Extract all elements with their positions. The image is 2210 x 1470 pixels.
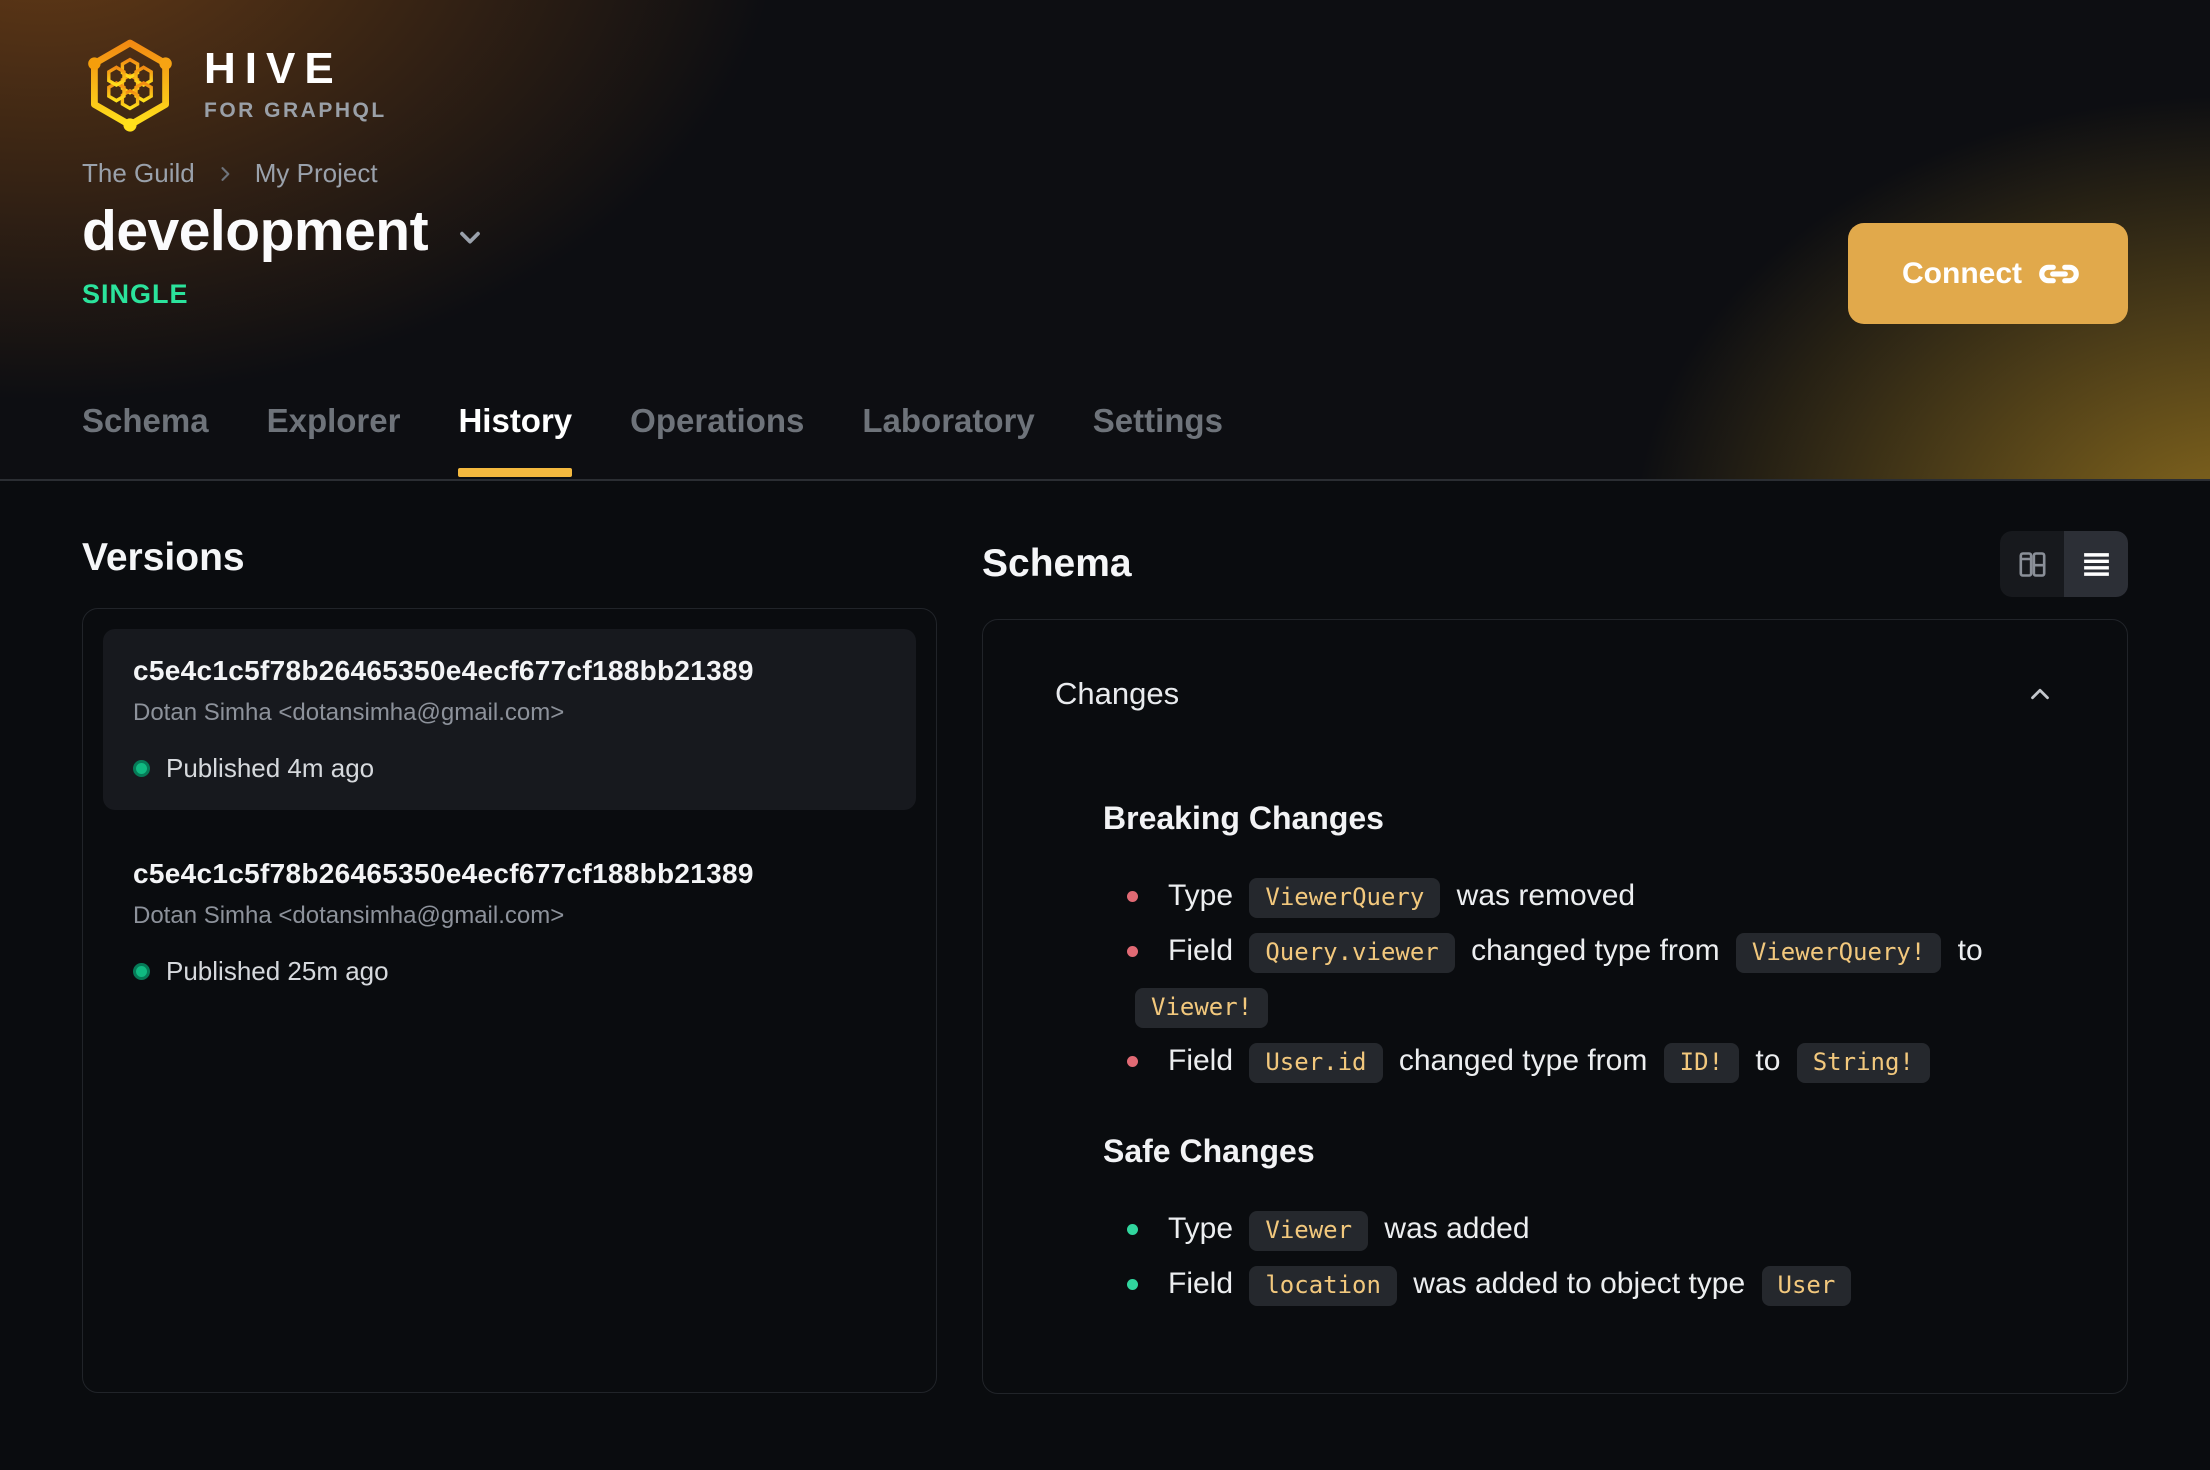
- connect-button[interactable]: Connect: [1848, 223, 2128, 324]
- versions-panel: c5e4c1c5f78b26465350e4ecf677cf188bb21389…: [82, 607, 937, 1393]
- changes-section-heading: Safe Changes: [1103, 1133, 1315, 1169]
- breadcrumb: The Guild My Project: [82, 158, 378, 189]
- chevron-up-icon: [2031, 688, 2049, 700]
- code-chip: location: [1249, 1266, 1397, 1306]
- tab-schema[interactable]: Schema: [82, 404, 209, 479]
- brand-name: HIVE: [204, 44, 343, 93]
- chevron-right-icon: [221, 166, 230, 181]
- target-type-badge: SINGLE: [82, 279, 189, 309]
- code-chip: User.id: [1249, 1043, 1383, 1083]
- schema-changes-panel: Changes Breaking Changes Type ViewerQuery…: [982, 619, 2128, 1394]
- code-chip: ViewerQuery!: [1735, 933, 1942, 973]
- tab-explorer[interactable]: Explorer: [267, 404, 401, 479]
- code-chip: ID!: [1663, 1043, 1740, 1083]
- published-dot-icon: [133, 759, 150, 777]
- versions-column: Versions c5e4c1c5f78b26465350e4ecf677cf1…: [82, 481, 937, 1394]
- change-item: Field User.id changed type from ID! to S…: [1127, 1034, 2055, 1089]
- tab-history[interactable]: History: [458, 404, 572, 479]
- green-dot-icon: [1127, 1279, 1138, 1290]
- tab-bar: Schema Explorer History Operations Labor…: [82, 404, 1223, 479]
- hive-logo-icon: [88, 39, 172, 132]
- target-selector[interactable]: development: [82, 203, 486, 260]
- change-item: Type Viewer was added: [1127, 1202, 2055, 1257]
- chevron-down-icon: [460, 231, 480, 244]
- version-author: Dotan Simha <dotansimha@gmail.com>: [133, 698, 565, 726]
- version-author: Dotan Simha <dotansimha@gmail.com>: [133, 901, 565, 929]
- connect-button-label: Connect: [1902, 256, 2022, 290]
- breadcrumb-project-link[interactable]: My Project: [255, 158, 378, 189]
- list-icon: [2083, 552, 2109, 576]
- version-list-item[interactable]: c5e4c1c5f78b26465350e4ecf677cf188bb21389…: [103, 628, 916, 810]
- code-chip: Viewer: [1249, 1211, 1369, 1251]
- code-chip: Query.viewer: [1249, 933, 1455, 973]
- version-status-text: Published 4m ago: [166, 752, 375, 783]
- schema-title: Schema: [982, 541, 1132, 585]
- versions-title: Versions: [82, 536, 245, 579]
- brand-logo[interactable]: HIVE FOR GRAPHQL: [82, 36, 387, 132]
- link-icon: [2039, 264, 2079, 283]
- version-hash: c5e4c1c5f78b26465350e4ecf677cf188bb21389: [133, 857, 754, 889]
- red-dot-icon: [1127, 1056, 1138, 1067]
- main-content: Versions c5e4c1c5f78b26465350e4ecf677cf1…: [0, 481, 2210, 1394]
- changes-section-safe: Safe Changes Type Viewer was added Field l…: [1103, 1133, 2055, 1312]
- version-list-item[interactable]: c5e4c1c5f78b26465350e4ecf677cf188bb21389…: [103, 832, 916, 1013]
- columns-view-button[interactable]: [2000, 531, 2064, 597]
- changes-list: Type ViewerQuery was removed Field Query.…: [1103, 869, 2055, 1089]
- published-dot-icon: [133, 962, 150, 980]
- page-header: HIVE FOR GRAPHQL The Guild My Project de…: [0, 0, 2210, 481]
- version-status-text: Published 25m ago: [166, 955, 389, 986]
- schema-column: Schema Changes Breaking Changes Type Vie…: [982, 481, 2128, 1394]
- changes-section-heading: Breaking Changes: [1103, 800, 1384, 836]
- change-item: Field Query.viewer changed type from Vie…: [1127, 924, 2055, 1034]
- code-chip: User: [1761, 1266, 1852, 1306]
- tab-operations[interactable]: Operations: [630, 404, 804, 479]
- changes-collapse-header[interactable]: Changes: [1055, 676, 2055, 712]
- changes-list: Type Viewer was added Field location was …: [1103, 1202, 2055, 1312]
- breadcrumb-org-link[interactable]: The Guild: [82, 158, 195, 189]
- tab-laboratory[interactable]: Laboratory: [862, 404, 1034, 479]
- change-item: Type ViewerQuery was removed: [1127, 869, 2055, 924]
- green-dot-icon: [1127, 1224, 1138, 1235]
- changes-section-breaking: Breaking Changes Type ViewerQuery was rem…: [1103, 800, 2055, 1089]
- view-toggle: [2000, 531, 2128, 597]
- change-item: Field location was added to object type …: [1127, 1257, 2055, 1312]
- code-chip: ViewerQuery: [1249, 878, 1441, 918]
- tab-settings[interactable]: Settings: [1093, 404, 1223, 479]
- version-hash: c5e4c1c5f78b26465350e4ecf677cf188bb21389: [133, 654, 754, 686]
- changes-title: Changes: [1055, 676, 1180, 711]
- target-name: development: [82, 199, 429, 263]
- red-dot-icon: [1127, 946, 1138, 957]
- red-dot-icon: [1127, 891, 1138, 902]
- columns-icon: [2019, 551, 2045, 577]
- code-chip: String!: [1796, 1043, 1930, 1083]
- code-chip: Viewer!: [1135, 988, 1269, 1028]
- list-view-button[interactable]: [2064, 531, 2128, 597]
- changes-sections: Breaking Changes Type ViewerQuery was rem…: [1055, 800, 2055, 1312]
- brand-tagline: FOR GRAPHQL: [204, 99, 387, 122]
